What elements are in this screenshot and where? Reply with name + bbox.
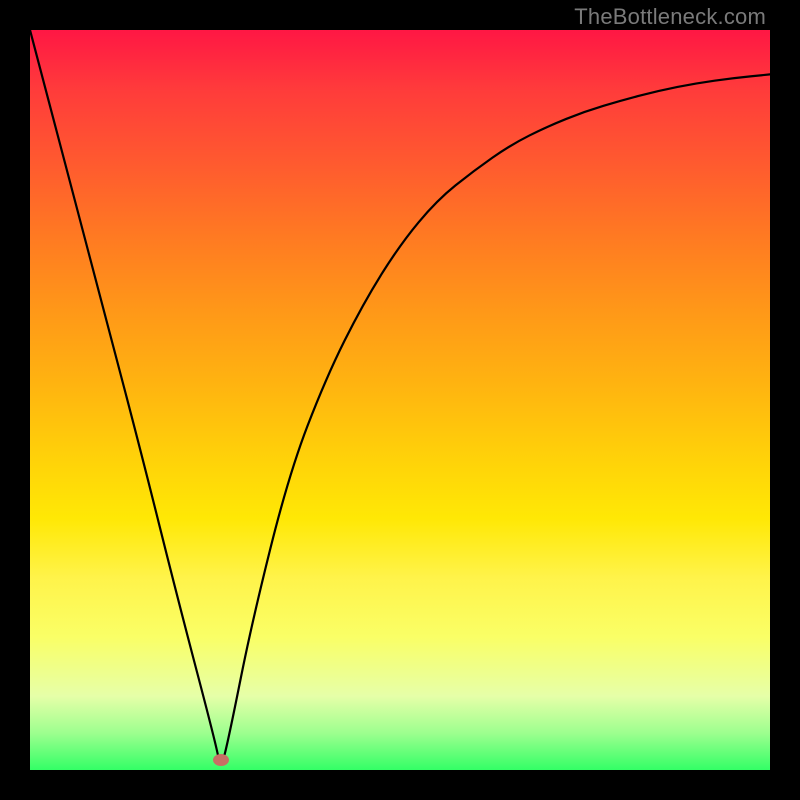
min-point-marker [213,754,229,766]
watermark-text: TheBottleneck.com [574,4,766,30]
chart-frame: TheBottleneck.com [0,0,800,800]
chart-curve [30,30,770,770]
plot-area [30,30,770,770]
